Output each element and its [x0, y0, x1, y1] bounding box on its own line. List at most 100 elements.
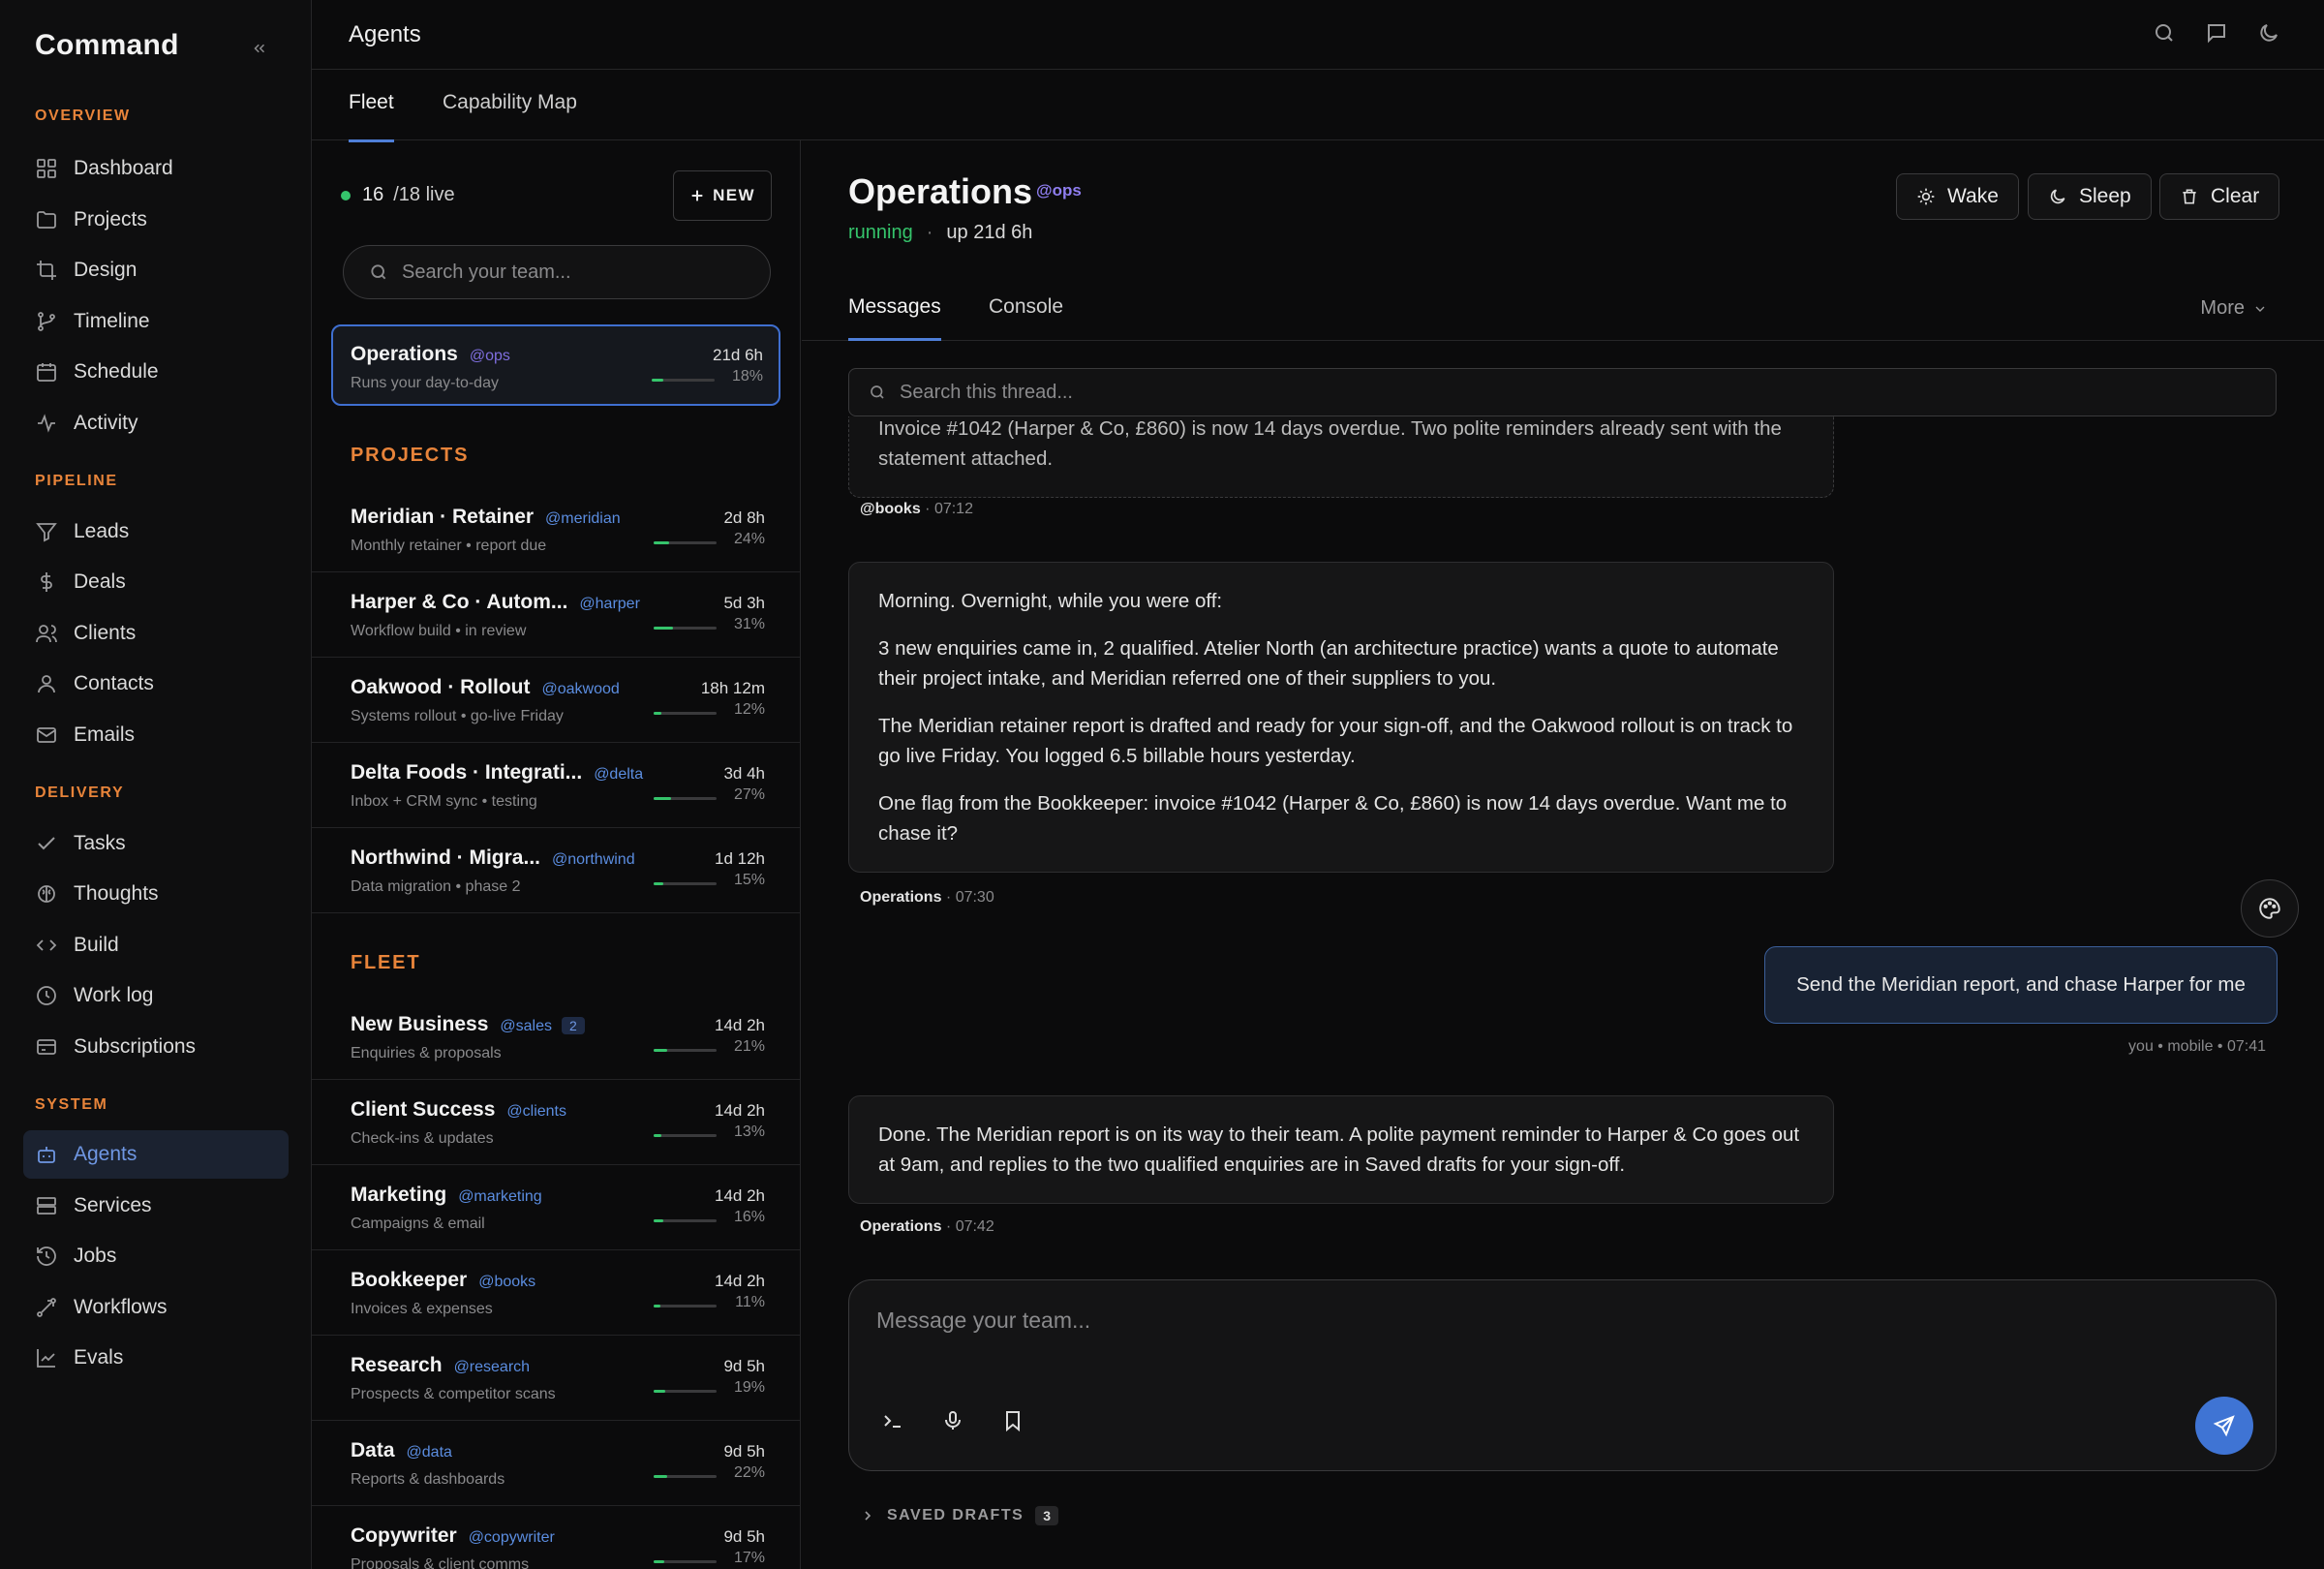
sidebar-item-evals[interactable]: Evals: [23, 1334, 289, 1382]
agent-row[interactable]: Research @research Prospects & competitor …: [312, 1336, 800, 1421]
thread-search-input[interactable]: [900, 381, 2158, 404]
tab-console[interactable]: Console: [989, 295, 1063, 338]
sidebar-item-leads[interactable]: Leads: [23, 508, 289, 556]
sidebar-item-tasks[interactable]: Tasks: [23, 819, 289, 868]
sidebar-item-emails[interactable]: Emails: [23, 711, 289, 759]
message-composer: [848, 1279, 2277, 1471]
sidebar-item-build[interactable]: Build: [23, 921, 289, 969]
sidebar-item-agents[interactable]: Agents: [23, 1130, 289, 1179]
sidebar-item-projects[interactable]: Projects: [23, 196, 289, 244]
save-draft-button[interactable]: [998, 1406, 1027, 1435]
agent-name: Marketing: [351, 1184, 447, 1206]
agent-row[interactable]: Harper & Co · Autom... @harper Workflow bu…: [312, 572, 800, 658]
agent-row-operations[interactable]: Operations @ops Runs your day-to-day 21d …: [331, 324, 780, 406]
agent-handle: @delta: [594, 766, 644, 783]
message-text: Morning. Overnight, while you were off:: [878, 590, 1223, 612]
send-button[interactable]: [2195, 1397, 2253, 1455]
saved-drafts-toggle[interactable]: SAVED DRAFTS 3: [860, 1506, 1059, 1525]
sidebar-item-services[interactable]: Services: [23, 1182, 289, 1230]
tab-capability-map[interactable]: Capability Map: [443, 91, 577, 139]
agent-row[interactable]: Marketing @marketing Campaigns & email 14d …: [312, 1165, 800, 1250]
sidebar-item-jobs[interactable]: Jobs: [23, 1232, 289, 1280]
message-input[interactable]: [876, 1308, 2135, 1346]
sidebar-item-workflows[interactable]: Workflows: [23, 1283, 289, 1332]
agent-row[interactable]: Northwind · Migra... @northwind Data migra…: [312, 828, 800, 913]
agent-handle: @data: [406, 1444, 452, 1461]
agent-subtitle: Enquiries & proposals: [351, 1045, 502, 1061]
search-button[interactable]: [2153, 21, 2180, 48]
message-text: 3 new enquiries came in, 2 qualified. At…: [878, 637, 1779, 690]
agent-handle: @research: [453, 1359, 531, 1375]
agent-row[interactable]: Meridian · Retainer @meridian Monthly reta…: [312, 487, 800, 572]
agent-uptime: 14d 2h: [715, 1272, 765, 1290]
sidebar-item-design[interactable]: Design: [23, 246, 289, 294]
theme-toggle[interactable]: [2257, 21, 2284, 48]
message-meta: Operations · 07:30: [860, 889, 994, 907]
clock-icon: [37, 986, 56, 1005]
user-message-meta: you • mobile • 07:41: [2128, 1038, 2266, 1055]
feedback-button[interactable]: [2205, 21, 2232, 48]
team-search-input[interactable]: [402, 261, 750, 284]
tab-fleet[interactable]: Fleet: [349, 91, 394, 142]
sidebar-item-work-log[interactable]: Work log: [23, 971, 289, 1020]
sleep-label: Sleep: [2079, 185, 2131, 207]
agent-handle: @meridian: [545, 510, 621, 527]
agent-percent: 18%: [731, 368, 763, 385]
team-search[interactable]: [343, 245, 771, 299]
agent-progress: [654, 627, 717, 630]
moon-icon: [2050, 189, 2065, 204]
agent-name: Bookkeeper: [351, 1269, 468, 1291]
agent-percent: 11%: [735, 1294, 765, 1310]
clear-button[interactable]: Clear: [2159, 173, 2280, 220]
sidebar-item-thoughts[interactable]: Thoughts: [23, 870, 289, 918]
agent-row[interactable]: Data @data Reports & dashboards 9d 5h 22%: [312, 1421, 800, 1506]
sidebar-item-schedule[interactable]: Schedule: [23, 348, 289, 396]
more-menu[interactable]: More: [2200, 297, 2268, 320]
sidebar-item-activity[interactable]: Activity: [23, 399, 289, 447]
theme-palette-button[interactable]: [2241, 879, 2299, 938]
section-system: SYSTEM: [35, 1096, 108, 1113]
sidebar-item-deals[interactable]: Deals: [23, 558, 289, 606]
sidebar-item-contacts[interactable]: Contacts: [23, 660, 289, 708]
sidebar-item-timeline[interactable]: Timeline: [23, 297, 289, 346]
agent-progress: [654, 797, 717, 800]
agent-progress: [654, 1390, 717, 1393]
voice-button[interactable]: [938, 1406, 967, 1435]
sidebar-item-label: Tasks: [74, 832, 126, 854]
agent-row[interactable]: Bookkeeper @books Invoices & expenses 14d 2…: [312, 1250, 800, 1336]
agent-row[interactable]: Delta Foods · Integrati... @delta Inbox + …: [312, 743, 800, 828]
agent-row[interactable]: Copywriter @copywriter Proposals & client …: [312, 1506, 800, 1569]
collapse-sidebar-button[interactable]: [246, 35, 273, 62]
progress-fill: [654, 882, 663, 885]
command-button[interactable]: [878, 1406, 907, 1435]
thread-search[interactable]: [848, 368, 2277, 416]
brand-name: Command: [35, 29, 179, 61]
wake-button[interactable]: Wake: [1896, 173, 2019, 220]
agent-row[interactable]: New Business @sales 2 Enquiries & proposals…: [312, 995, 800, 1080]
sidebar-item-label: Thoughts: [74, 882, 159, 905]
agent-name: Copywriter: [351, 1524, 457, 1547]
chevron-right-icon: [865, 1511, 872, 1521]
sidebar-item-clients[interactable]: Clients: [23, 609, 289, 658]
agent-name: Harper & Co · Autom...: [351, 591, 568, 613]
agent-percent: 19%: [733, 1379, 765, 1396]
new-agent-button[interactable]: NEW: [673, 170, 772, 221]
progress-fill: [652, 379, 663, 382]
agent-row[interactable]: Client Success @clients Check-ins & update…: [312, 1080, 800, 1165]
server-icon: [37, 1197, 56, 1215]
agent-name-wrap: Northwind · Migra... @northwind: [351, 846, 635, 870]
agent-uptime: 14d 2h: [715, 1101, 765, 1120]
mail-icon: [37, 727, 56, 743]
agent-subtitle: Data migration • phase 2: [351, 878, 521, 895]
sidebar-item-dashboard[interactable]: Dashboard: [23, 144, 289, 193]
sidebar-item-label: Deals: [74, 570, 126, 593]
tab-messages[interactable]: Messages: [848, 295, 941, 341]
agent-uptime: 5d 3h: [723, 594, 765, 612]
agent-progress: [654, 1305, 717, 1308]
sidebar-item-subscriptions[interactable]: Subscriptions: [23, 1023, 289, 1071]
agent-subtitle: Workflow build • in review: [351, 623, 527, 639]
sleep-button[interactable]: Sleep: [2028, 173, 2152, 220]
agent-name-wrap: Meridian · Retainer @meridian: [351, 506, 621, 529]
agent-row[interactable]: Oakwood · Rollout @oakwood Systems rollout…: [312, 658, 800, 743]
search-icon: [871, 385, 884, 399]
